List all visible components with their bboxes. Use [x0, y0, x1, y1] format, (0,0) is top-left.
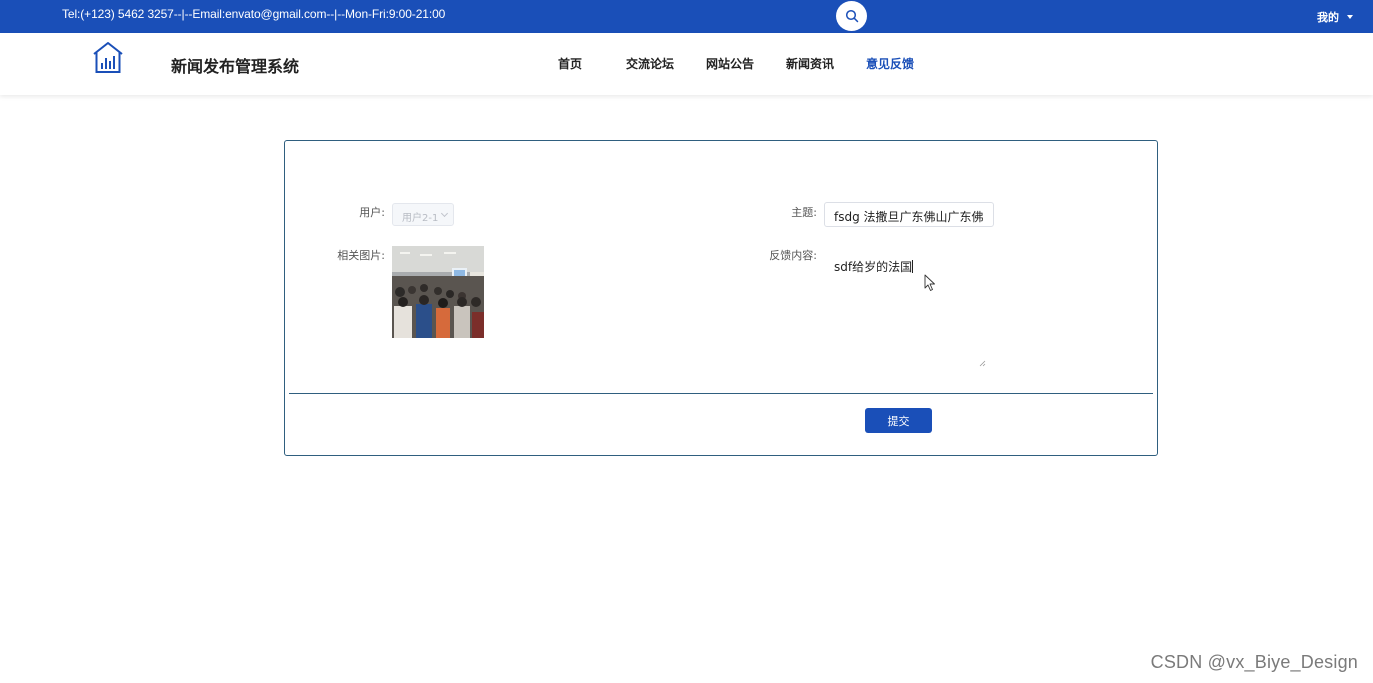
caret-down-icon: [1347, 15, 1353, 19]
nav-item-forum[interactable]: 交流论坛: [610, 55, 690, 72]
related-image: [392, 246, 484, 338]
submit-button[interactable]: 提交: [865, 408, 932, 433]
user-label: 用户:: [359, 206, 385, 219]
user-select-value: 用户2-1: [402, 213, 439, 224]
user-menu-label: 我的: [1317, 11, 1339, 24]
subject-input[interactable]: fsdg 法撒旦广东佛山广东佛: [824, 202, 994, 227]
subject-value: fsdg 法撒旦广东佛山广东佛: [834, 210, 984, 224]
feedback-form-card: 用户: 用户2-1 相关图片: 主题: fsdg 法撒旦广东佛山广东佛 反馈内容…: [284, 140, 1158, 456]
site-header: 新闻发布管理系统 首页 交流论坛 网站公告 新闻资讯 意见反馈: [0, 33, 1373, 95]
contact-info: Tel:(+123) 5462 3257--|--Email:envato@gm…: [62, 7, 446, 21]
nav-item-feedback[interactable]: 意见反馈: [850, 55, 930, 72]
watermark: CSDN @vx_Biye_Design: [1150, 652, 1358, 672]
user-select[interactable]: 用户2-1: [392, 203, 454, 226]
top-bar: Tel:(+123) 5462 3257--|--Email:envato@gm…: [0, 0, 1373, 33]
user-menu[interactable]: 我的: [1317, 9, 1353, 25]
nav-item-home[interactable]: 首页: [530, 55, 610, 72]
nav-item-news[interactable]: 新闻资讯: [770, 55, 850, 72]
subject-label: 主题:: [791, 206, 817, 219]
mouse-pointer-icon: [924, 274, 935, 291]
nav-item-notice[interactable]: 网站公告: [690, 55, 770, 72]
form-divider: [289, 393, 1153, 394]
text-caret: [912, 260, 914, 273]
main-nav: 首页 交流论坛 网站公告 新闻资讯 意见反馈: [530, 55, 930, 72]
house-chart-icon: [93, 42, 123, 73]
search-icon: [845, 9, 858, 23]
image-label: 相关图片:: [337, 249, 385, 262]
content-label: 反馈内容:: [769, 249, 817, 262]
resize-grip-icon[interactable]: [979, 360, 986, 367]
site-title: 新闻发布管理系统: [171, 57, 300, 76]
feedback-content-value: sdf给岁的法国: [834, 260, 913, 274]
search-button[interactable]: [836, 1, 867, 31]
chevron-down-icon: [440, 209, 449, 218]
feedback-content-textarea[interactable]: sdf给岁的法国: [824, 246, 987, 368]
